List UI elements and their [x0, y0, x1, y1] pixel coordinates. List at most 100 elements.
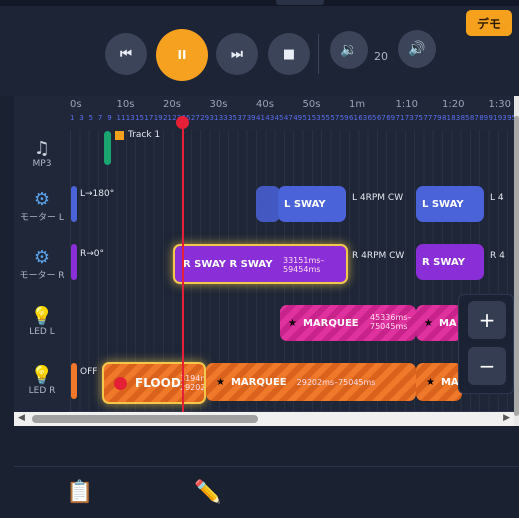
ruler-second-number: 87: [469, 114, 479, 122]
marquee-clip[interactable]: ★ MARQUEE 45336ms– 75045ms: [280, 305, 416, 341]
row-label-led-l: 💡 LED L: [14, 293, 71, 351]
l-sway-label: L SWAY: [284, 198, 326, 210]
ruler-second-number: 67: [376, 114, 386, 122]
r-sway-clip-selected[interactable]: R SWAY R SWAY 33151ms– 59454ms: [173, 244, 348, 284]
ruler-second-number: 13: [125, 114, 135, 122]
next-button[interactable]: ⏭: [216, 33, 258, 75]
previous-button[interactable]: ⏮: [105, 33, 147, 75]
red-dot-icon: [114, 376, 127, 390]
r-sway-label: R SWAY: [422, 256, 465, 268]
ruler-second-number: 93: [497, 114, 507, 122]
vertical-scroll-thumb[interactable]: [514, 116, 519, 416]
volume-up-icon[interactable]: 🔊: [398, 30, 436, 68]
star-icon: ★: [216, 376, 225, 388]
ruler-second-number: 51: [302, 114, 312, 122]
ruler-second-number: 27: [190, 114, 200, 122]
ruler-tick-label: 30s: [209, 99, 228, 110]
play-marker-icon: [115, 131, 124, 140]
track-1-clip[interactable]: [104, 131, 111, 165]
ruler-second-number: 79: [432, 114, 442, 122]
marquee-time-end: 75045ms: [370, 322, 408, 331]
l-4rpm-label: L 4: [490, 193, 504, 203]
ruler-second-number: 33: [218, 114, 228, 122]
vertical-scrollbar[interactable]: [514, 96, 519, 426]
ruler-second-number: 91: [488, 114, 498, 122]
motor-l-start-marker[interactable]: [71, 186, 77, 222]
marquee-clip[interactable]: ★ MA: [416, 363, 462, 401]
volume-down-icon[interactable]: 🔉: [330, 31, 368, 69]
marquee-time-start: 45336ms–: [370, 313, 412, 322]
marquee-time: 29202ms–75045ms: [296, 377, 376, 387]
l-sway-clip[interactable]: L SWAY: [416, 186, 484, 222]
ruler-second-number: 11: [116, 114, 126, 122]
row-label-text: MP3: [32, 158, 52, 169]
playhead-handle[interactable]: [176, 116, 189, 129]
star-icon: ★: [288, 317, 297, 329]
marquee-label: MARQUEE: [230, 376, 287, 388]
ruler-second-number: 39: [246, 114, 256, 122]
l-sway-label: L SWAY: [422, 198, 464, 210]
ruler-second-number: 37: [237, 114, 247, 122]
row-label-text: LED R: [28, 386, 56, 396]
zoom-out-button[interactable]: −: [468, 347, 506, 385]
scroll-left-icon[interactable]: ◀: [18, 413, 25, 423]
ruler-second-number: 9: [107, 114, 112, 122]
transport-bar: [0, 6, 519, 96]
gear-icon: ⚙: [33, 246, 51, 268]
row-label-mp3: ♫ MP3: [14, 130, 71, 177]
playhead-line[interactable]: [182, 118, 184, 418]
ruler-second-number: 85: [460, 114, 470, 122]
r-sway-time: 33151ms– 59454ms: [283, 256, 324, 274]
lightbulb-icon: 💡: [30, 365, 54, 386]
ruler-second-number: 35: [228, 114, 238, 122]
clipboard-icon[interactable]: 📋: [66, 480, 93, 505]
zoom-in-button[interactable]: +: [468, 301, 506, 339]
led-r-start-marker[interactable]: [71, 363, 77, 399]
row-label-motor-r: ⚙ モーター R: [14, 235, 71, 293]
pause-button[interactable]: II: [156, 29, 208, 81]
ruler-second-number: 31: [209, 114, 219, 122]
horizontal-scroll-thumb[interactable]: [32, 415, 258, 423]
stop-button[interactable]: ■: [268, 33, 310, 75]
row-label-text: モーター L: [20, 212, 64, 223]
ruler-second-number: 73: [404, 114, 414, 122]
ruler-second-number: 17: [144, 114, 154, 122]
l-sway-clip[interactable]: L SWAY: [278, 186, 346, 222]
star-icon: ★: [424, 317, 433, 329]
ruler-second-number: 45: [274, 114, 284, 122]
flood-clip-selected[interactable]: FLOOD 3194m 29202: [102, 362, 206, 404]
ruler-tick-label: 1m: [349, 99, 366, 110]
ruler-second-number: 1: [70, 114, 75, 122]
ruler-second-number: 57: [330, 114, 340, 122]
track-1-label: Track 1: [128, 130, 161, 140]
r-4rpm-label: R 4RPM CW: [352, 251, 405, 261]
ruler-second-number: 49: [293, 114, 303, 122]
flood-label: FLOOD: [135, 376, 181, 390]
marquee-label: MA: [438, 317, 457, 329]
ruler-second-number: 47: [283, 114, 293, 122]
ruler-tick-label: 1:20: [442, 99, 465, 110]
pencil-icon[interactable]: ✏️: [194, 480, 221, 505]
marquee-clip[interactable]: ★ MARQUEE 29202ms–75045ms: [206, 363, 416, 401]
r-sway-time-start: 33151ms–: [283, 256, 325, 265]
scroll-right-icon[interactable]: ▶: [503, 413, 510, 423]
motor-clip[interactable]: [256, 186, 280, 222]
transport-divider: [318, 34, 319, 74]
demo-button[interactable]: デモ: [466, 10, 512, 36]
time-ruler[interactable]: 0s 10s 20s 30s 40s 50s 1m 1:10 1:20 1:30 1 3 5 7 9 11 13…: [70, 96, 516, 130]
ruler-second-number: 53: [311, 114, 321, 122]
star-icon: ★: [426, 376, 435, 388]
r-sway-clip[interactable]: R SWAY: [416, 244, 484, 280]
horizontal-scrollbar[interactable]: ◀ ▶: [14, 412, 514, 426]
marquee-clip[interactable]: ★ MA: [416, 305, 462, 341]
motor-l-start-label: L→180°: [80, 189, 115, 199]
zoom-controls: + −: [458, 294, 514, 394]
gear-icon: ⚙: [33, 188, 51, 210]
ruler-second-number: 65: [367, 114, 377, 122]
ruler-tick-label: 10s: [116, 99, 135, 110]
ruler-second-number: 3: [79, 114, 84, 122]
ruler-tick-label: 1:10: [395, 99, 418, 110]
ruler-second-number: 89: [479, 114, 489, 122]
motor-r-start-marker[interactable]: [71, 244, 77, 280]
row-label-text: モーター R: [19, 270, 65, 281]
